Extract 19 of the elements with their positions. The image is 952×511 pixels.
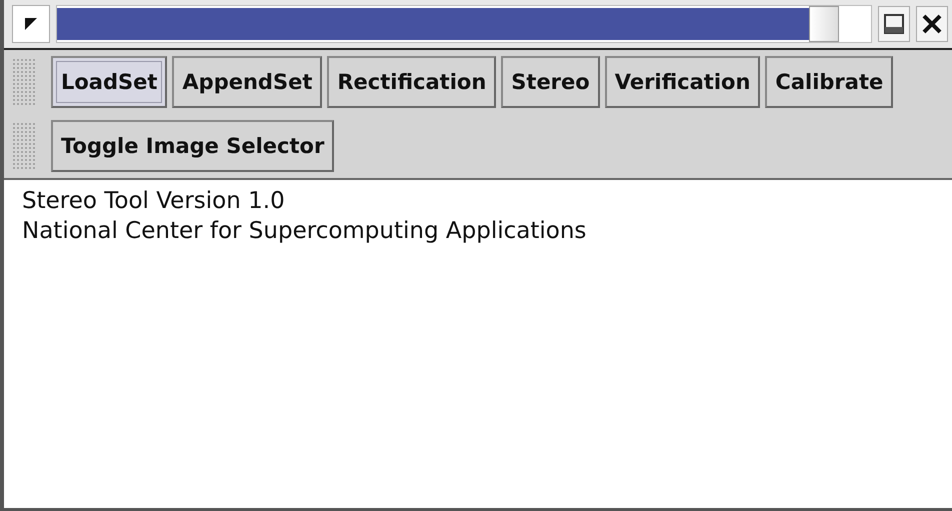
minimize-button[interactable]	[878, 6, 910, 42]
toolbar-button[interactable]: Rectification	[327, 56, 496, 108]
resize-knob[interactable]	[809, 6, 839, 42]
text-line: Stereo Tool Version 1.0	[22, 187, 286, 216]
toolbar-button[interactable]: AppendSet	[172, 56, 322, 108]
window-menu-button[interactable]	[12, 5, 50, 43]
toolbar-grip[interactable]	[12, 58, 36, 106]
triangle-icon	[25, 18, 37, 30]
toolbar-button[interactable]: Verification	[604, 56, 760, 108]
minimize-icon	[884, 14, 904, 34]
text-line: National Center for Supercomputing Applications	[22, 217, 588, 246]
toolbar-button[interactable]: LoadSet	[51, 56, 168, 108]
toolbar-button[interactable]: Toggle Image Selector	[51, 120, 334, 172]
toolbar-grip[interactable]	[12, 122, 36, 170]
text-area[interactable]: Stereo Tool Version 1.0 National Center for Supercomputing Applications	[4, 178, 952, 508]
close-icon	[922, 14, 942, 34]
toolbar-button[interactable]: Calibrate	[765, 56, 894, 108]
close-button[interactable]	[916, 6, 948, 42]
toolbar-button[interactable]: Stereo	[501, 56, 600, 108]
